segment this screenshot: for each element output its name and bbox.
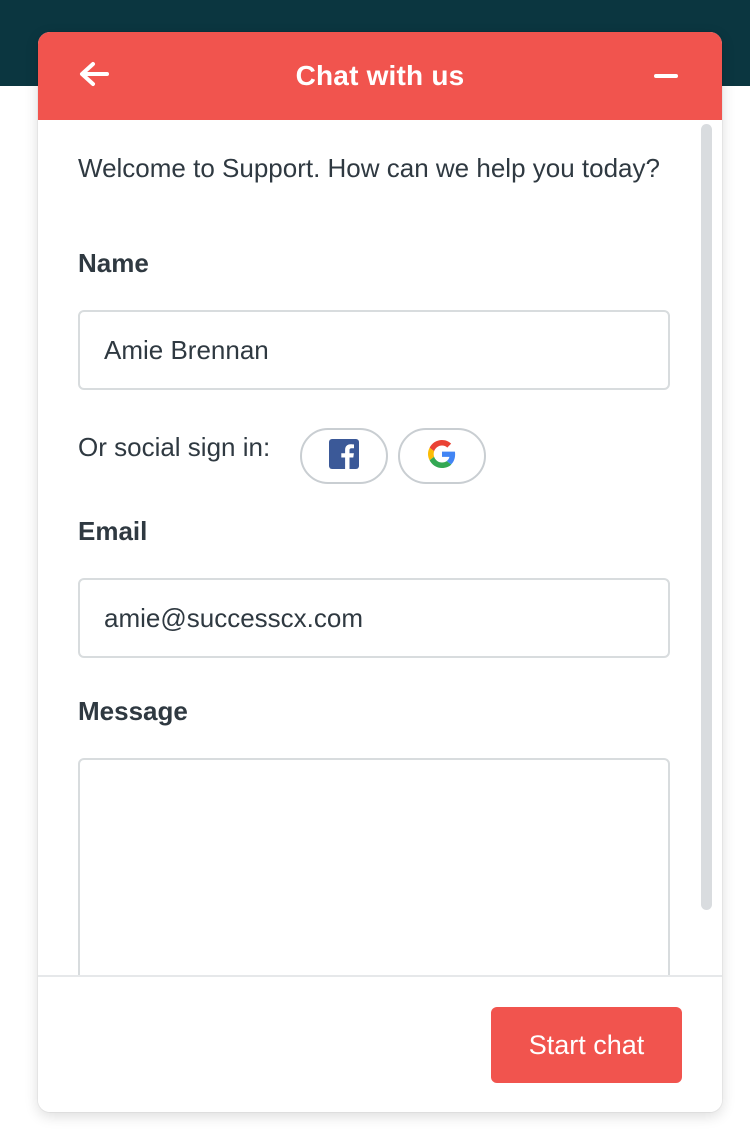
back-button[interactable] bbox=[72, 54, 116, 98]
name-field-value: Amie Brennan bbox=[104, 334, 269, 365]
email-label: Email bbox=[78, 516, 148, 546]
google-sign-in-button[interactable] bbox=[398, 428, 486, 484]
chat-header: Chat with us bbox=[38, 32, 722, 120]
arrow-left-icon bbox=[79, 61, 109, 92]
chat-form-body[interactable]: Welcome to Support. How can we help you … bbox=[38, 120, 722, 975]
start-chat-button[interactable]: Start chat bbox=[491, 1007, 682, 1083]
name-field[interactable]: Amie Brennan bbox=[78, 310, 670, 390]
chat-widget: Chat with us Welcome to Support. How can… bbox=[38, 32, 722, 1112]
email-field[interactable]: amie@successcx.com bbox=[78, 578, 670, 658]
facebook-icon bbox=[329, 438, 359, 474]
name-label: Name bbox=[78, 248, 149, 278]
email-field-value: amie@successcx.com bbox=[104, 602, 364, 633]
chat-title: Chat with us bbox=[295, 60, 465, 91]
message-textarea[interactable] bbox=[78, 758, 670, 975]
minimize-button[interactable] bbox=[644, 54, 688, 98]
facebook-sign-in-button[interactable] bbox=[300, 428, 388, 484]
welcome-message: Welcome to Support. How can we help you … bbox=[78, 153, 660, 183]
google-icon bbox=[428, 439, 456, 473]
message-label: Message bbox=[78, 696, 188, 726]
minus-icon bbox=[654, 67, 678, 85]
social-sign-in-label: Or social sign in: bbox=[78, 432, 271, 462]
scrollbar-thumb[interactable] bbox=[701, 124, 712, 910]
chat-footer: Start chat bbox=[38, 975, 722, 1112]
